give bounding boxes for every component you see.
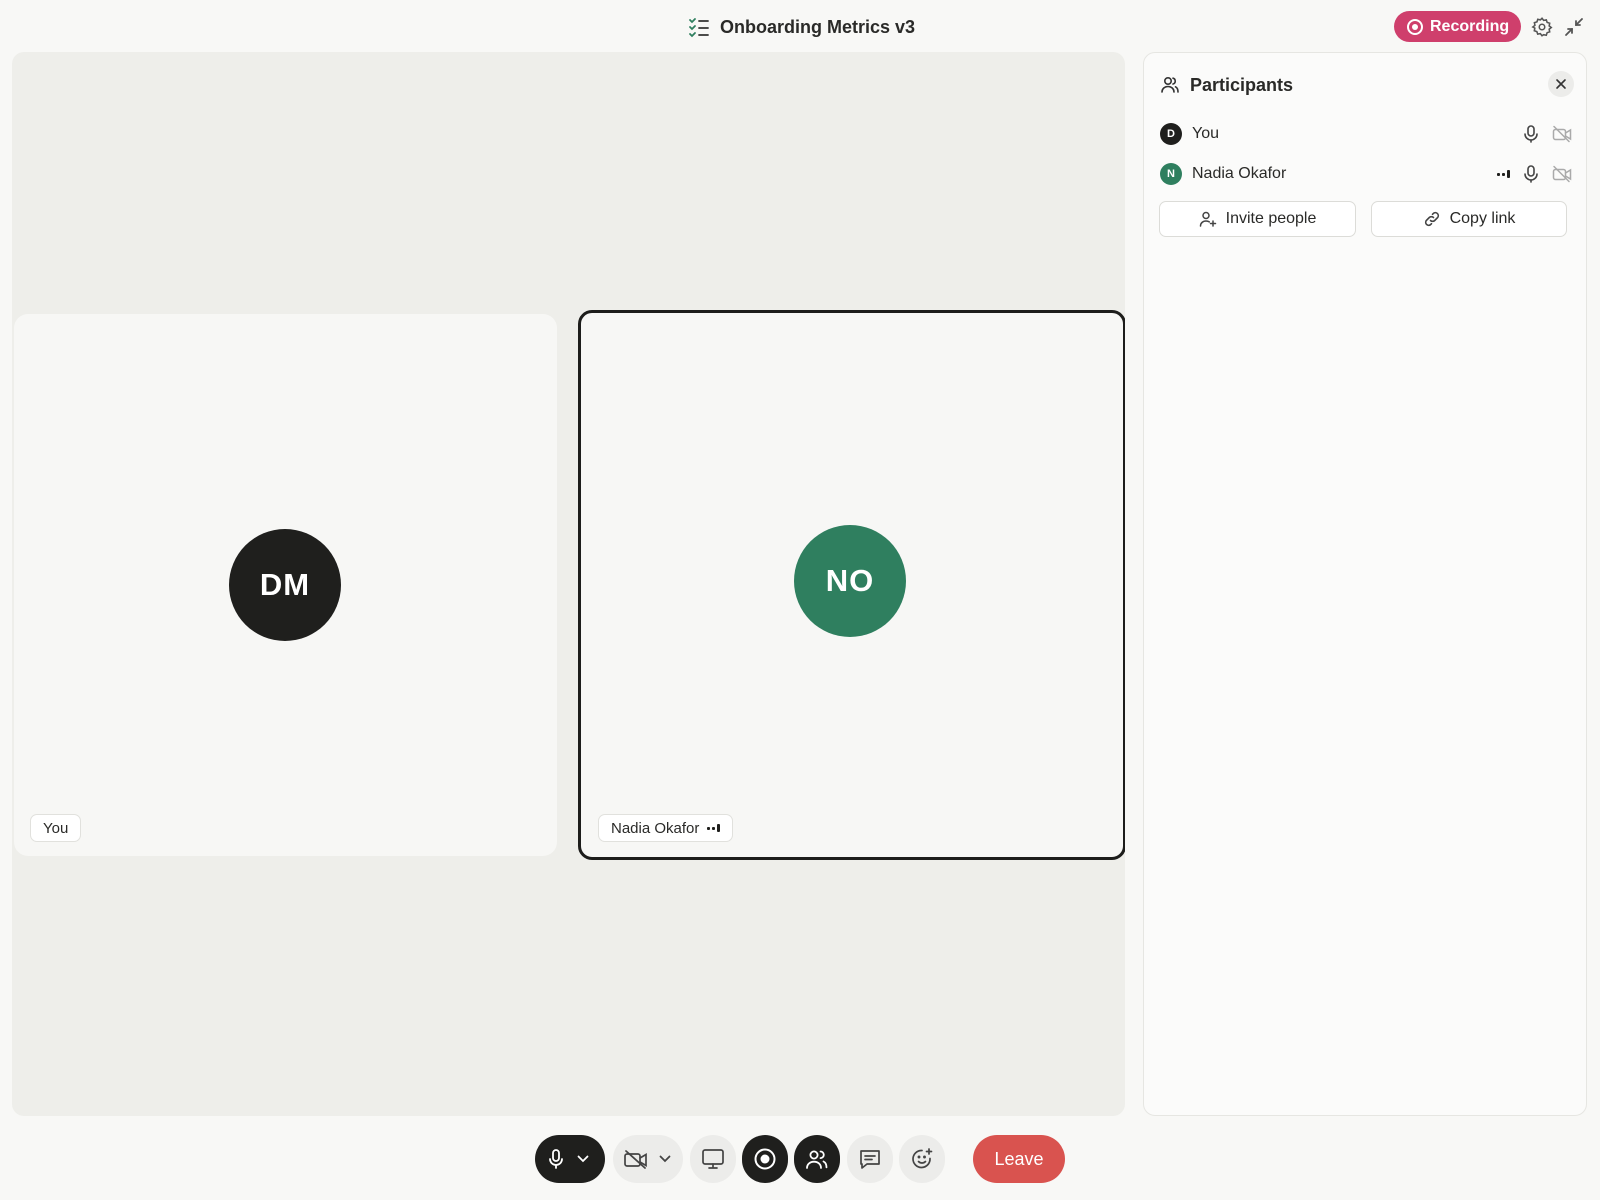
participants-icon bbox=[805, 1148, 829, 1170]
chevron-down-icon[interactable] bbox=[577, 1155, 589, 1163]
leave-label: Leave bbox=[994, 1148, 1044, 1169]
reaction-icon bbox=[910, 1147, 934, 1171]
record-button[interactable] bbox=[742, 1135, 788, 1183]
record-icon bbox=[753, 1147, 777, 1171]
avatar: NO bbox=[794, 525, 906, 637]
mic-icon[interactable] bbox=[547, 1148, 565, 1170]
video-tile-nadia-okafor[interactable]: NO Nadia Okafor bbox=[578, 310, 1125, 860]
audio-level-icon bbox=[707, 824, 721, 832]
copy-link-label: Copy link bbox=[1449, 210, 1516, 227]
chat-icon bbox=[858, 1148, 882, 1170]
camera-off-icon[interactable] bbox=[623, 1149, 649, 1169]
chevron-down-icon[interactable] bbox=[659, 1155, 671, 1163]
video-tile-you[interactable]: DM You bbox=[14, 314, 557, 856]
gear-icon[interactable] bbox=[1531, 16, 1553, 38]
top-bar: Onboarding Metrics v3 Recording bbox=[0, 0, 1600, 52]
name-tag-label: Nadia Okafor bbox=[611, 819, 700, 837]
participant-row[interactable]: D You bbox=[1160, 121, 1572, 147]
participant-name: Nadia Okafor bbox=[1192, 165, 1287, 182]
mic-icon[interactable] bbox=[1522, 124, 1540, 144]
screen-share-button[interactable] bbox=[690, 1135, 736, 1183]
meeting-title-group: Onboarding Metrics v3 bbox=[688, 14, 915, 40]
link-icon bbox=[1423, 210, 1441, 228]
panel-title: Participants bbox=[1190, 74, 1294, 95]
close-icon[interactable] bbox=[1548, 71, 1574, 97]
name-tag: Nadia Okafor bbox=[598, 814, 734, 842]
add-user-icon bbox=[1199, 210, 1217, 228]
recording-badge[interactable]: Recording bbox=[1394, 11, 1521, 42]
reaction-button[interactable] bbox=[899, 1135, 945, 1183]
camera-off-icon[interactable] bbox=[1552, 125, 1572, 143]
avatar: N bbox=[1160, 163, 1182, 185]
mic-icon[interactable] bbox=[1522, 164, 1540, 184]
record-indicator-icon bbox=[1407, 18, 1423, 35]
copy-link-button[interactable]: Copy link bbox=[1371, 201, 1567, 237]
camera-off-icon[interactable] bbox=[1552, 165, 1572, 183]
participants-panel: Participants D You N Nadia Okafor Invite… bbox=[1143, 52, 1587, 1116]
avatar: D bbox=[1160, 123, 1182, 145]
name-tag: You bbox=[30, 814, 82, 842]
avatar: DM bbox=[229, 529, 341, 641]
audio-level-icon bbox=[1497, 170, 1510, 178]
name-tag-label: You bbox=[43, 819, 69, 837]
invite-people-button[interactable]: Invite people bbox=[1159, 201, 1356, 237]
microphone-control[interactable] bbox=[535, 1135, 605, 1183]
camera-control[interactable] bbox=[613, 1135, 683, 1183]
meeting-title: Onboarding Metrics v3 bbox=[720, 16, 916, 37]
recording-label: Recording bbox=[1430, 17, 1510, 35]
participant-name: You bbox=[1192, 125, 1219, 142]
minimize-icon[interactable] bbox=[1563, 16, 1585, 38]
panel-header: Participants bbox=[1160, 71, 1574, 99]
video-stage: DM You NO Nadia Okafor bbox=[12, 52, 1125, 1116]
participants-button[interactable] bbox=[794, 1135, 840, 1183]
chat-button[interactable] bbox=[847, 1135, 893, 1183]
participant-row[interactable]: N Nadia Okafor bbox=[1160, 161, 1572, 187]
invite-people-label: Invite people bbox=[1225, 210, 1317, 227]
participants-icon bbox=[1160, 75, 1180, 95]
checklist-icon bbox=[688, 16, 710, 38]
leave-button[interactable]: Leave bbox=[973, 1135, 1065, 1183]
screen-share-icon bbox=[701, 1148, 725, 1170]
